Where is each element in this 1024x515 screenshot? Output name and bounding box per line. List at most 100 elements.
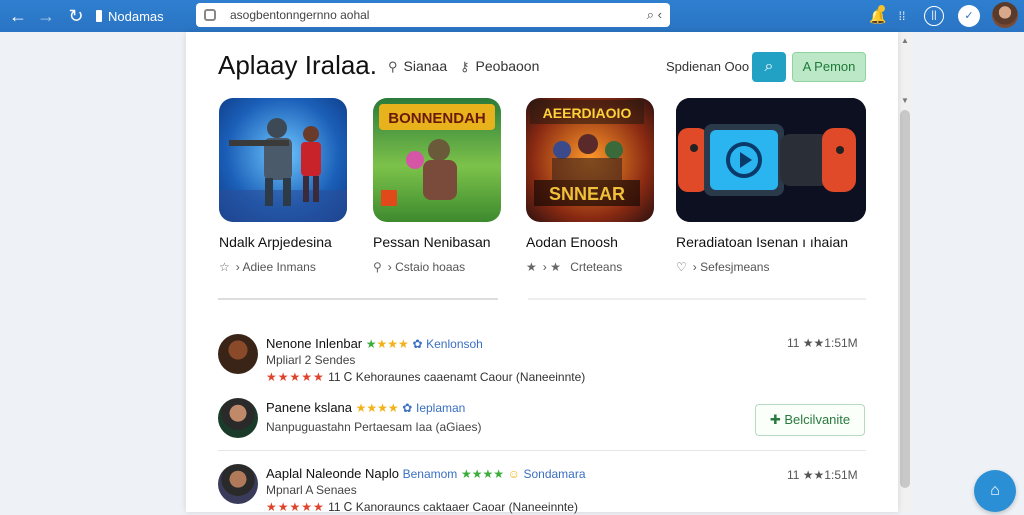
app-thumbnail[interactable] xyxy=(676,98,866,222)
card-meta: ★ › ★ Crteteans xyxy=(526,260,623,274)
card-title[interactable]: Aodan Enoosh xyxy=(526,234,618,250)
card-title[interactable]: Pessan Nenibasan xyxy=(373,234,491,250)
app-thumbnail[interactable]: BONNENDAH xyxy=(373,98,501,222)
app-card[interactable]: Reradiatoan Isenan ı ıhaian ♡ › Sefesjmea… xyxy=(676,98,866,274)
lock-icon xyxy=(204,9,216,21)
star-icon: ★ xyxy=(526,260,537,274)
heart-icon: ♡ xyxy=(676,260,687,274)
search-icon: ⌕ xyxy=(764,58,774,75)
nav-label: Peobaoon xyxy=(475,58,540,74)
review-author[interactable]: Nenone Inlenbar ★★★★ ✿ Kenlonsoh xyxy=(266,336,483,351)
controller-artwork xyxy=(676,98,866,222)
rating-stars: ★★★★ xyxy=(355,401,399,415)
review-author-name: Nenone Inlenbar xyxy=(266,336,363,351)
soldier-artwork xyxy=(219,118,347,222)
review-author[interactable]: Panene kslana ★★★★ ✿ Ieplaman xyxy=(266,400,465,415)
app-thumbnail[interactable] xyxy=(219,98,347,222)
notification-dot xyxy=(878,5,885,12)
star-icon: ☆ xyxy=(219,260,230,274)
page-content: Aplaay Iralaa. ⚲ Sianaa ⚷ Peobaoon Spdiena… xyxy=(186,32,898,515)
battle-artwork: AEERDIAOIO SNNEAR xyxy=(530,100,644,206)
scrollbar[interactable]: ▲ ▼ xyxy=(898,32,912,512)
reload-icon[interactable]: ↻ xyxy=(64,4,88,28)
follow-button-label: Belcilvanite xyxy=(784,412,851,427)
verified-icon: ✿ xyxy=(402,401,413,415)
browser-toolbar: ← → ↻ Nodamas asogbentonngernno aohal ⌕ … xyxy=(0,0,1024,32)
card-meta-text: Cstaio hoaas xyxy=(395,260,466,274)
card-title[interactable]: Ndalk Arpjedesina xyxy=(219,234,332,250)
thumb-bottom-text: SNNEAR xyxy=(549,184,625,204)
forward-arrow-icon[interactable]: → xyxy=(34,4,58,28)
app-card[interactable]: Ndalk Arpjedesina ☆ › Adiee Inmans xyxy=(219,98,347,274)
divider xyxy=(528,298,866,300)
review-author[interactable]: Aaplal Naleonde Naplo Benamom ★★★★ ☺ Son… xyxy=(266,466,586,481)
review-subtitle: Nanpuguastahn Pertaesam Iaa (aGiaes) xyxy=(266,420,482,434)
review-time: 11 ★★1:51M xyxy=(787,336,858,350)
emoji-icon: ☺ xyxy=(507,467,520,481)
avatar[interactable] xyxy=(992,2,1018,28)
card-title[interactable]: Reradiatoan Isenan ı ıhaian xyxy=(676,234,848,250)
browser-tab[interactable]: Nodamas xyxy=(96,5,164,27)
tab-title: Nodamas xyxy=(108,8,164,24)
shield-icon[interactable]: ✓ xyxy=(958,5,980,27)
divider xyxy=(218,298,498,300)
app-card[interactable]: BONNENDAH Pessan Nenibasan ⚲ › Cstaio hoa… xyxy=(373,98,501,274)
search-button[interactable]: ⌕ xyxy=(752,52,786,82)
page-title: Aplaay Iralaa. xyxy=(218,50,377,80)
review-text: ★★★★★ 11 Ꮯ Kanorauncs caktaaer Caoar (Na… xyxy=(266,500,578,515)
avatar[interactable] xyxy=(218,398,258,438)
warrior-artwork: BONNENDAH xyxy=(379,104,495,206)
nav-label: Sianaa xyxy=(403,58,448,74)
review-author-name: Aaplal Naleonde Naplo xyxy=(266,466,399,481)
review-author-name: Panene kslana xyxy=(266,400,353,415)
puzzle-icon: ✚ xyxy=(769,412,781,427)
tab-page-icon xyxy=(96,10,102,22)
rating-stars: ★★★★★ xyxy=(266,370,325,384)
scroll-thumb[interactable] xyxy=(900,110,910,488)
review-text: ★★★★★ 11 Ꮯ Kehoraunes caaenamt Caour (Na… xyxy=(266,370,585,385)
review-tag: Sondamara xyxy=(523,467,586,481)
review-tag: Kenlonsoh xyxy=(426,337,483,351)
key-icon: ⚷ xyxy=(460,59,470,74)
review-time: 11 ★★1:51M xyxy=(787,468,858,482)
search-label: Spdienan Ooo xyxy=(666,59,750,74)
review-tag: Benamom xyxy=(402,467,458,481)
thumb-top-text: AEERDIAOIO xyxy=(543,105,632,121)
card-meta-text: Sefesjmeans xyxy=(700,260,770,274)
card-meta: ☆ › Adiee Inmans xyxy=(219,260,316,274)
card-meta: ♡ › Sefesjmeans xyxy=(676,260,770,274)
rating-stars: ★ xyxy=(365,337,377,351)
primary-button[interactable]: A Pemon xyxy=(792,52,866,82)
pin-icon: ⚲ xyxy=(373,260,382,274)
rating-stars: ★★★★ xyxy=(460,467,504,481)
card-meta: ⚲ › Cstaio hoaas xyxy=(373,260,466,274)
card-meta-text: Adiee Inmans xyxy=(242,260,316,274)
chat-fab-button[interactable]: ⌂ xyxy=(974,470,1016,512)
star-icon: ★ xyxy=(550,260,561,274)
back-arrow-icon[interactable]: ← xyxy=(6,4,30,28)
divider xyxy=(218,450,866,451)
search-icon: ⚲ xyxy=(388,59,398,74)
review-tag: Ieplaman xyxy=(415,401,466,415)
record-icon[interactable]: || xyxy=(924,6,944,26)
url-text[interactable]: asogbentonngernno aohal xyxy=(230,8,647,22)
nav-link-sianaa[interactable]: ⚲ Sianaa xyxy=(388,58,447,75)
search-icon[interactable]: ⌕ ‹ xyxy=(647,7,662,23)
app-thumbnail[interactable]: AEERDIAOIO SNNEAR xyxy=(526,98,654,222)
scroll-marker-icon: ▼ xyxy=(901,96,909,105)
thumb-title: BONNENDAH xyxy=(388,110,486,127)
review-subtitle: Mpnarl A Senaes xyxy=(266,483,357,497)
follow-button[interactable]: ✚ Belcilvanite xyxy=(755,404,865,436)
address-bar[interactable]: asogbentonngernno aohal ⌕ ‹ xyxy=(196,3,670,27)
verified-icon: ✿ xyxy=(412,337,423,351)
avatar[interactable] xyxy=(218,334,258,374)
review-body: 11 Ꮯ Kehoraunes caaenamt Caour (Naneeinn… xyxy=(328,370,586,384)
app-card[interactable]: AEERDIAOIO SNNEAR Aodan Enoosh ★ › ★ Crte… xyxy=(526,98,654,274)
scroll-up-icon[interactable]: ▲ xyxy=(901,36,909,45)
nav-link-peobaoon[interactable]: ⚷ Peobaoon xyxy=(460,58,539,75)
grid-icon[interactable]: ⁞⁞ xyxy=(894,4,910,28)
avatar[interactable] xyxy=(218,464,258,504)
review-subtitle: Mpliarl 2 Sendes xyxy=(266,353,356,367)
card-meta-text: Crteteans xyxy=(570,260,623,274)
rating-stars: ★★★ xyxy=(376,337,409,351)
